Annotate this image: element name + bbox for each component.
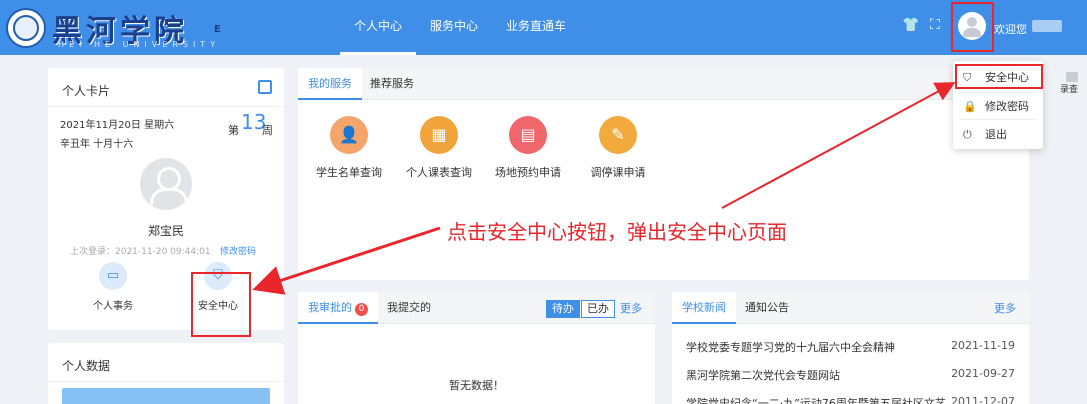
shirt-icon[interactable]: 👕 (902, 18, 919, 32)
seg-done[interactable]: 已办 (581, 300, 615, 318)
menu-logout[interactable]: ⏻ 退出 (953, 120, 1043, 149)
username-masked (1032, 20, 1062, 32)
nav-service-center[interactable]: 服务中心 (416, 0, 492, 55)
lock-icon: 🔒 (963, 100, 977, 113)
service-label: 调停课申请 (590, 166, 646, 179)
seg-todo[interactable]: 待办 (546, 300, 580, 318)
edit-icon[interactable] (258, 80, 272, 94)
service-label: 个人课表查询 (406, 166, 472, 179)
menu-label: 退出 (985, 128, 1007, 141)
menu-highlight-box (955, 64, 1043, 89)
menu-change-password[interactable]: 🔒 修改密码 (953, 92, 1043, 121)
profile-avatar (140, 158, 192, 210)
news-more-link[interactable]: 更多 (994, 300, 1016, 316)
tab-my-submissions[interactable]: 我提交的 (377, 292, 441, 324)
user-name: 郑宝民 (147, 224, 184, 238)
service-student-list[interactable]: 👤 学生名单查询 (309, 116, 389, 180)
tab-label: 我审批的 (308, 301, 352, 314)
news-date: 2021-11-19 (951, 339, 1015, 352)
school-logo (6, 8, 46, 48)
tab-notices[interactable]: 通知公告 (735, 292, 799, 324)
main-nav: 个人中心 服务中心 业务直通车 (340, 0, 580, 55)
nav-personal-center[interactable]: 个人中心 (340, 0, 417, 55)
nav-business-express[interactable]: 业务直通车 (492, 0, 580, 55)
personal-affairs-button[interactable]: ▭ 个人事务 (83, 262, 143, 312)
personal-card: 个人卡片 2021年11月20日 星期六 辛丑年 十月十六 第 13 周 郑宝民… (48, 68, 284, 337)
tab-my-services[interactable]: 我的服务 (298, 68, 362, 100)
personal-affairs-label: 个人事务 (93, 301, 133, 312)
empty-message: 暂无数据！ (449, 379, 504, 392)
services-tabs: 我的服务 推荐服务 (298, 68, 1029, 100)
tab-school-news[interactable]: 学校新闻 (672, 292, 736, 324)
personal-card-title: 个人卡片 (62, 84, 111, 98)
fullscreen-icon[interactable]: ⛶ (930, 18, 944, 32)
approvals-tabs: 我审批的 0 我提交的 待办 已办 更多 (298, 292, 655, 324)
avatar-highlight-box (951, 2, 994, 52)
service-class-adjust[interactable]: ✎ 调停课申请 (578, 116, 658, 180)
tab-my-approvals[interactable]: 我审批的 0 (298, 292, 378, 324)
query-label[interactable]: 录查 (1060, 82, 1087, 102)
current-date: 2021年11月20日 星期六 (60, 120, 175, 131)
lunar-date: 辛丑年 十月十六 (60, 139, 134, 150)
news-date: 2011-12-07 (951, 395, 1015, 404)
personal-data-title: 个人数据 (62, 359, 111, 373)
news-date: 2021-09-27 (951, 367, 1015, 380)
student-list-icon: 👤 (330, 116, 368, 154)
menu-label: 修改密码 (985, 100, 1029, 113)
approvals-badge: 0 (355, 303, 368, 316)
card-icon: ▭ (99, 262, 127, 290)
approvals-card: 我审批的 0 我提交的 待办 已办 更多 暂无数据！ (298, 292, 655, 404)
change-password-link[interactable]: 修改密码 (220, 244, 256, 257)
annotation-text: 点击安全中心按钮，弹出安全中心页面 (447, 220, 787, 244)
booking-icon: ▤ (509, 116, 547, 154)
data-panel[interactable] (62, 388, 270, 404)
welcome-text: 欢迎您 (994, 23, 1027, 36)
edit-doc-icon: ✎ (599, 116, 637, 154)
service-label: 场地预约申请 (495, 166, 561, 179)
service-label: 学生名单查询 (316, 166, 382, 179)
service-timetable[interactable]: ▦ 个人课表查询 (399, 116, 479, 180)
news-card: 学校新闻 通知公告 更多 学校党委专题学习党的十九届六中全会精神 2021-11… (672, 292, 1029, 404)
week-prefix: 第 (228, 124, 239, 137)
service-venue-booking[interactable]: ▤ 场地预约申请 (488, 116, 568, 180)
week-suffix: 周 (262, 124, 273, 137)
last-login: 上次登录：2021-11-20 09:44:01 (70, 247, 211, 257)
approvals-more-link[interactable]: 更多 (620, 300, 642, 316)
calendar-icon: ▦ (420, 116, 458, 154)
news-tabs: 学校新闻 通知公告 更多 (672, 292, 1029, 324)
query-icon (1066, 72, 1078, 82)
security-highlight-box (191, 272, 251, 337)
top-header: 黑河学院 HEI HE UNIVERSITY E 个人中心 服务中心 业务直通车… (0, 0, 1087, 55)
personal-data-card: 个人数据 (48, 343, 284, 404)
tab-recommended-services[interactable]: 推荐服务 (360, 68, 424, 100)
school-name-en: HEI HE UNIVERSITY (58, 40, 221, 49)
services-card: 我的服务 推荐服务 👤 学生名单查询 ▦ 个人课表查询 ▤ 场地预约申请 ✎ 调… (298, 68, 1029, 280)
logo-suffix: E (214, 24, 221, 35)
power-icon: ⏻ (963, 128, 972, 141)
